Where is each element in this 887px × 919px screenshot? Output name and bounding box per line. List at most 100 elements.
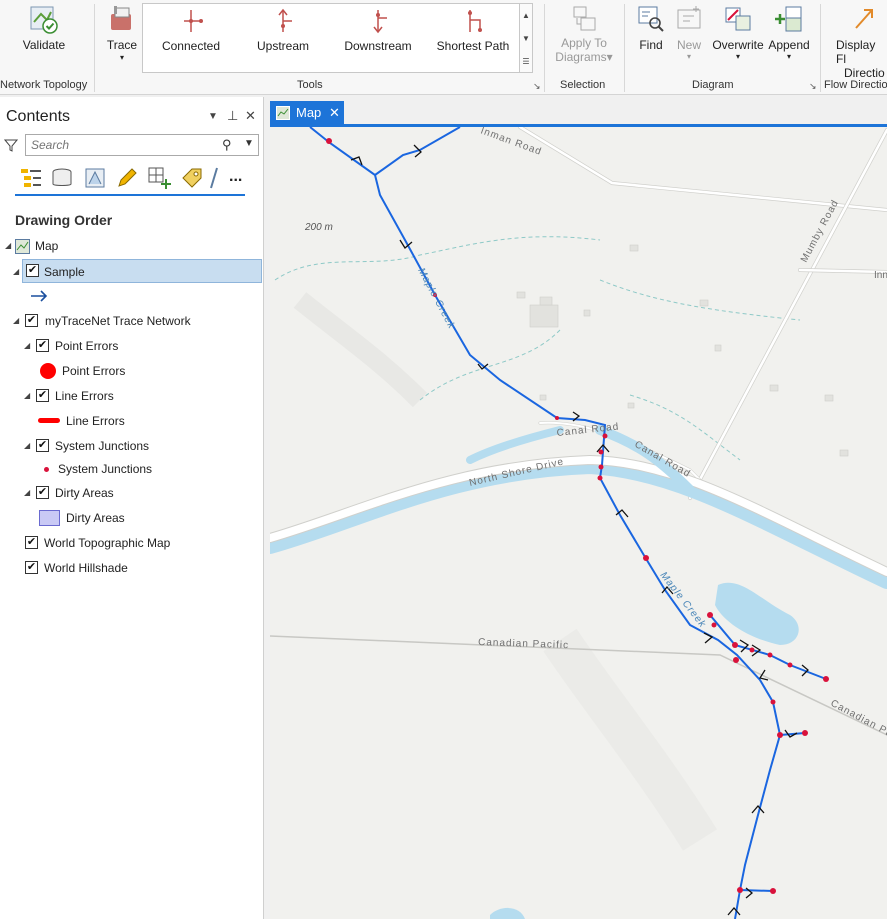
list-by-selection-icon[interactable]: [83, 166, 107, 190]
upstream-label: Upstream: [256, 39, 309, 53]
list-by-editing-icon[interactable]: [115, 166, 139, 190]
search-dropdown-icon[interactable]: ▼: [244, 138, 254, 149]
sample-visibility-checkbox[interactable]: ✔: [26, 264, 39, 277]
shortest-path-icon: [468, 10, 482, 32]
trace-button[interactable]: Trace ▾: [102, 4, 142, 62]
gallery-expand-icon[interactable]: ☰: [520, 50, 532, 73]
append-dropdown-icon: ▾: [786, 52, 791, 61]
collapse-icon[interactable]: ◢: [5, 235, 11, 257]
tree-item-trace-network[interactable]: ◢ ✔ myTraceNet Trace Network: [0, 310, 262, 332]
more-options-icon[interactable]: ...: [229, 168, 242, 186]
map-label: Map: [35, 239, 59, 253]
tools-launcher-icon[interactable]: ↘: [533, 81, 541, 92]
trace-network-label: myTraceNet Trace Network: [45, 314, 191, 328]
direction-label: Directio: [844, 66, 885, 80]
gallery-scrollbar[interactable]: ▲ ▼ ☰: [519, 3, 533, 73]
point-errors-visibility-checkbox[interactable]: ✔: [36, 339, 49, 352]
tab-map[interactable]: Map ✕: [270, 101, 344, 125]
list-by-source-icon[interactable]: [50, 166, 74, 190]
apply-to-diagrams-button[interactable]: Apply To Diagrams▾: [553, 4, 615, 64]
collapse-icon[interactable]: ◢: [24, 385, 30, 407]
world-topo-visibility-checkbox[interactable]: ✔: [25, 536, 38, 549]
close-tab-icon[interactable]: ✕: [329, 101, 340, 125]
list-by-perspective-icon[interactable]: [209, 166, 219, 190]
system-junctions-symbol-label: System Junctions: [58, 462, 153, 476]
search-input[interactable]: [31, 135, 211, 155]
dirty-areas-symbol-row: Dirty Areas: [0, 507, 262, 529]
overwrite-icon: [725, 7, 751, 31]
search-icon[interactable]: ⚲: [222, 137, 232, 153]
world-topo-label: World Topographic Map: [44, 536, 171, 550]
gallery-shortest-path[interactable]: Shortest Path: [433, 6, 513, 53]
scroll-up-icon[interactable]: ▲: [520, 4, 532, 27]
point-errors-symbol: [40, 363, 56, 379]
append-button[interactable]: Append ▾: [767, 4, 811, 61]
pane-options-icon[interactable]: ▼: [208, 111, 218, 122]
list-by-drawing-order-icon[interactable]: [19, 166, 43, 190]
validate-label: Validate: [22, 38, 66, 52]
scroll-down-icon[interactable]: ▼: [520, 27, 532, 50]
map-canvas[interactable]: Inman Road 200 m Mumby Road Inn Maple Cr…: [270, 127, 887, 919]
group-separator: [820, 4, 821, 92]
group-separator: [94, 4, 95, 92]
close-pane-icon[interactable]: ✕: [245, 108, 256, 124]
display-flow-label: Display Fl: [836, 38, 876, 66]
ribbon: Validate ▾ Network Topology Trace ▾ Conn…: [0, 0, 887, 95]
line-errors-visibility-checkbox[interactable]: ✔: [36, 389, 49, 402]
sample-symbol-arrow-icon: [31, 290, 48, 302]
group-separator: [544, 4, 545, 92]
overwrite-button[interactable]: Overwrite ▾: [710, 4, 766, 61]
tree-item-line-errors[interactable]: ◢ ✔ Line Errors: [0, 385, 262, 407]
world-hillshade-label: World Hillshade: [44, 561, 128, 575]
downstream-label: Downstream: [344, 39, 412, 53]
diagram-group-label: Diagram: [692, 79, 734, 91]
validate-button[interactable]: Validate ▾: [14, 4, 74, 63]
collapse-icon[interactable]: ◢: [24, 335, 30, 357]
apply-to-label: Apply To: [561, 36, 607, 50]
flow-direction-icon: [855, 9, 873, 29]
trace-network-visibility-checkbox[interactable]: ✔: [25, 314, 38, 327]
filter-icon[interactable]: [4, 138, 18, 152]
map-view[interactable]: Inman Road 200 m Mumby Road Inn Maple Cr…: [270, 127, 887, 919]
label-inn: Inn: [874, 270, 887, 281]
trace-tools-gallery: Connected Upstream Downstream Shortest P…: [142, 3, 520, 73]
line-errors-symbol-label: Line Errors: [66, 414, 125, 428]
drawing-order-heading: Drawing Order: [15, 212, 113, 228]
list-by-snapping-icon[interactable]: [147, 166, 171, 190]
collapse-icon[interactable]: ◢: [24, 482, 30, 504]
group-separator: [624, 4, 625, 92]
collapse-icon[interactable]: ◢: [24, 435, 30, 457]
connected-label: Connected: [161, 39, 221, 53]
tree-item-map[interactable]: ◢ Map: [0, 235, 262, 257]
upstream-icon: [278, 8, 292, 32]
trace-dropdown-icon: ▾: [119, 53, 124, 62]
selection-group-label: Selection: [560, 79, 606, 91]
world-hillshade-visibility-checkbox[interactable]: ✔: [25, 561, 38, 574]
collapse-icon[interactable]: ◢: [13, 310, 19, 332]
tree-item-world-hillshade[interactable]: ✔ World Hillshade: [0, 557, 262, 579]
find-button[interactable]: Find: [633, 4, 669, 52]
dirty-areas-visibility-checkbox[interactable]: ✔: [36, 486, 49, 499]
line-errors-label: Line Errors: [55, 389, 114, 403]
tree-item-sample[interactable]: ◢ ✔ Sample: [13, 259, 262, 283]
system-junctions-visibility-checkbox[interactable]: ✔: [36, 439, 49, 452]
dirty-areas-symbol: [39, 510, 60, 526]
collapse-icon[interactable]: ◢: [13, 261, 19, 283]
list-by-labeling-icon[interactable]: [180, 166, 204, 190]
tree-item-dirty-areas[interactable]: ◢ ✔ Dirty Areas: [0, 482, 262, 504]
display-flow-direction-button[interactable]: Display Fl Directio: [834, 4, 887, 80]
tree-item-world-topographic[interactable]: ✔ World Topographic Map: [0, 532, 262, 554]
point-errors-symbol-label: Point Errors: [62, 364, 126, 378]
gallery-connected[interactable]: Connected: [157, 6, 225, 53]
network-topology-group-label: Network Topology: [0, 79, 88, 91]
diagram-launcher-icon[interactable]: ↘: [809, 81, 817, 92]
tree-item-system-junctions[interactable]: ◢ ✔ System Junctions: [0, 435, 262, 457]
sample-label: Sample: [44, 265, 85, 279]
line-errors-symbol: [38, 418, 60, 423]
pin-icon[interactable]: ⊥: [227, 108, 238, 124]
gallery-downstream[interactable]: Downstream: [339, 6, 417, 53]
gallery-upstream[interactable]: Upstream: [249, 6, 317, 53]
tree-item-point-errors[interactable]: ◢ ✔ Point Errors: [0, 335, 262, 357]
new-diagram-button[interactable]: New ▾: [671, 4, 707, 61]
system-junctions-label: System Junctions: [55, 439, 150, 453]
